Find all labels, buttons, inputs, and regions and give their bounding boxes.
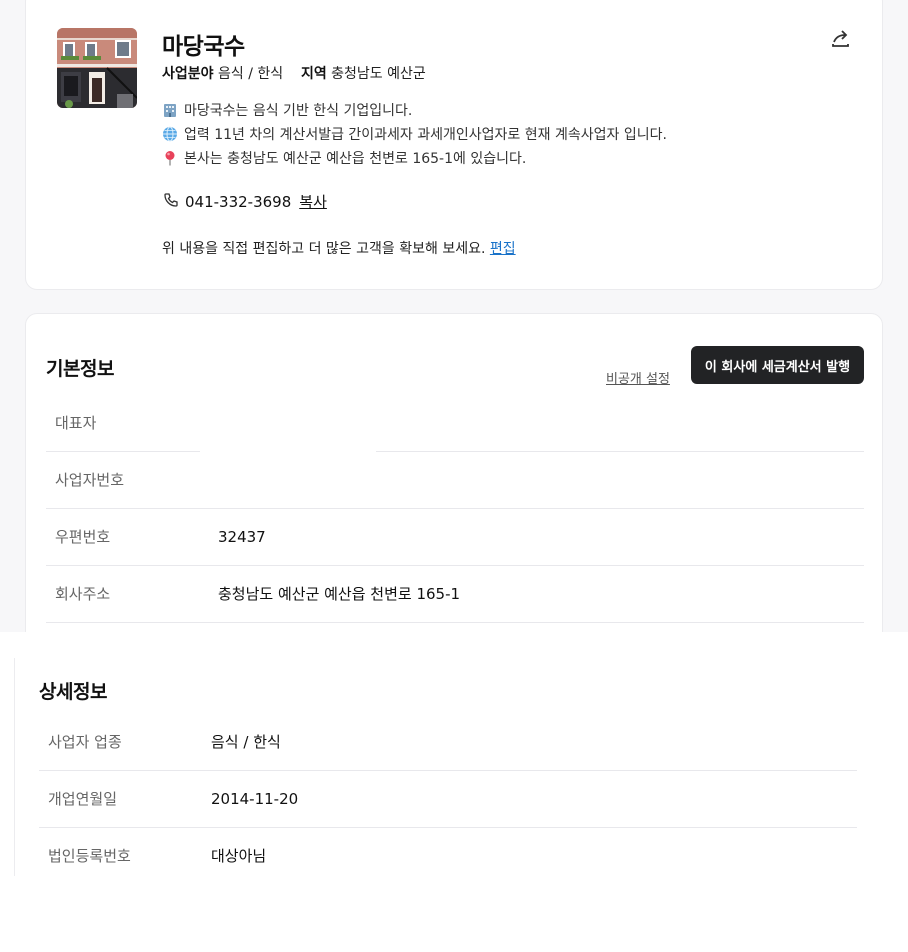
field-label: 사업분야 [162,66,214,82]
detail-card-edge [0,658,15,876]
info-row-address: 회사주소 충청남도 예산군 예산읍 천변로 165-1 [46,566,864,623]
info-row-business-number: 사업자번호 [46,452,864,509]
map-pin-icon [162,150,178,166]
description-line-2: 업력 11년 차의 계산서발급 간이과세자 과세개인사업자로 현재 계속사업자 … [162,124,667,144]
company-meta: 사업분야 음식 / 한식 지역 충청남도 예산군 [162,63,426,83]
basic-info-card: 기본정보 비공개 설정 이 회사에 세금계산서 발행 대표자 사업자번호 우편번… [25,313,883,653]
share-icon[interactable] [830,27,852,49]
phone-icon [163,192,179,212]
phone-row: 041-332-3698 복사 [163,191,327,212]
edit-prompt-text: 위 내용을 직접 편집하고 더 많은 고객을 확보해 보세요. [162,241,486,257]
detail-row-corporate-number: 법인등록번호 대상아님 [39,828,857,885]
row-value: 32437 [218,528,266,546]
row-border-gap [200,446,376,456]
company-name: 마당국수 [162,34,245,60]
building-icon [162,102,178,118]
description-line-3: 본사는 충청남도 예산군 예산읍 천변로 165-1에 있습니다. [162,148,526,168]
detail-row-opening-date: 개업연월일 2014-11-20 [39,771,857,828]
phone-number: 041-332-3698 [185,192,292,211]
region-value: 충청남도 예산군 [331,66,426,82]
info-row-representative: 대표자 [46,395,864,452]
detail-row-business-type: 사업자 업종 음식 / 한식 [39,714,857,771]
field-value: 음식 / 한식 [217,66,284,82]
row-value: 충청남도 예산군 예산읍 천변로 165-1 [218,585,461,603]
row-value: 음식 / 한식 [211,733,281,751]
row-label: 회사주소 [55,585,111,603]
region-label: 지역 [300,66,327,82]
description-line-1: 마당국수는 음식 기반 한식 기업입니다. [162,100,412,120]
row-label: 사업자번호 [55,471,125,489]
row-label: 사업자 업종 [48,733,122,751]
description-text-1: 마당국수는 음식 기반 한식 기업입니다. [184,103,413,119]
description-text-2: 업력 11년 차의 계산서발급 간이과세자 과세개인사업자로 현재 계속사업자 … [184,127,667,143]
info-row-postal-code: 우편번호 32437 [46,509,864,566]
globe-icon [162,126,178,142]
edit-prompt: 위 내용을 직접 편집하고 더 많은 고객을 확보해 보세요. 편집 [162,238,516,258]
detail-info-title: 상세정보 [39,681,107,703]
company-profile-card: 마당국수 사업분야 음식 / 한식 지역 충청남도 예산군 마당국수는 음식 기… [25,0,883,290]
row-label: 우편번호 [55,528,111,546]
private-setting-link[interactable]: 비공개 설정 [606,368,670,387]
row-value: 대상아님 [211,847,267,865]
row-label: 개업연월일 [48,790,118,808]
row-value: 2014-11-20 [211,790,299,808]
description-text-3: 본사는 충청남도 예산군 예산읍 천변로 165-1에 있습니다. [184,151,527,167]
copy-phone-button[interactable]: 복사 [299,191,327,212]
edit-link[interactable]: 편집 [490,241,516,257]
company-thumbnail [57,28,137,108]
basic-info-title: 기본정보 [46,358,114,380]
row-label: 법인등록번호 [48,847,131,865]
row-label: 대표자 [55,414,97,432]
issue-tax-invoice-button[interactable]: 이 회사에 세금계산서 발행 [691,346,864,384]
